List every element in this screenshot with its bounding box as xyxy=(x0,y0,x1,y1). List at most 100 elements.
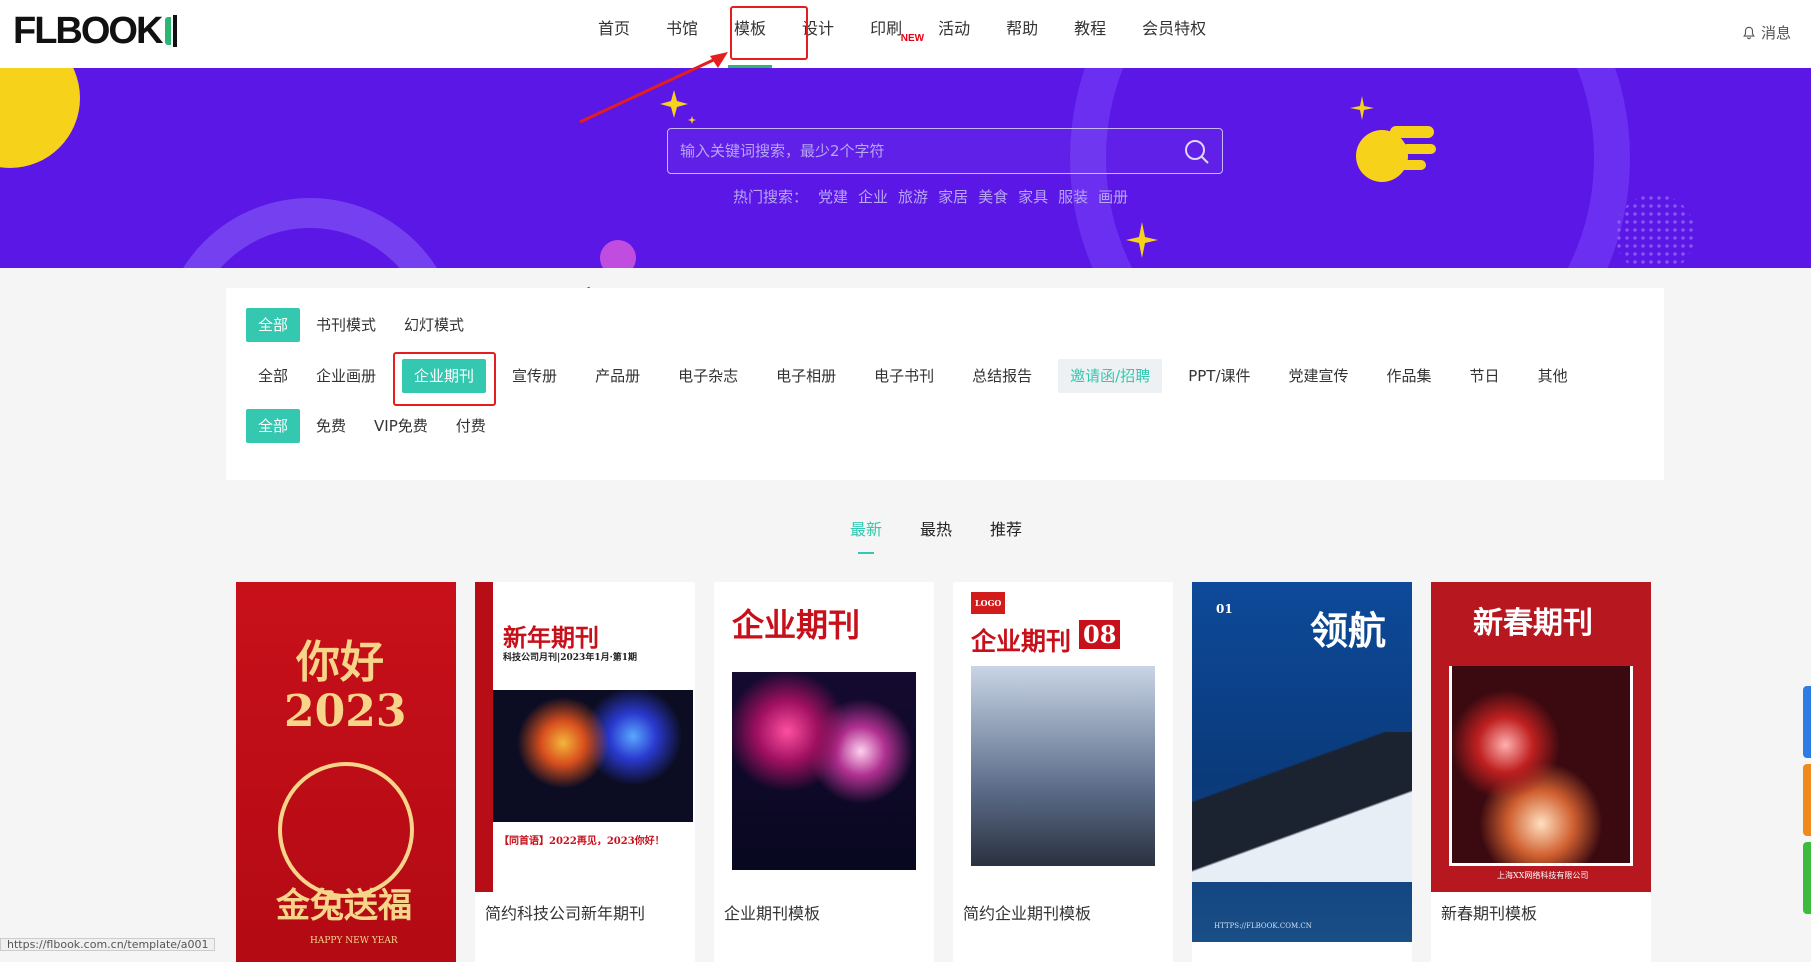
link-status-bar: https://flbook.com.cn/template/a001 xyxy=(0,938,216,951)
cover-issue-number: 01 xyxy=(1216,602,1233,616)
category-enterprise-album[interactable]: 企业画册 xyxy=(304,359,388,393)
cover-footnote: HAPPY NEW YEAR xyxy=(310,936,398,946)
cover-logo: LOGO xyxy=(971,592,1006,614)
hot-keyword[interactable]: 家居 xyxy=(938,186,968,207)
search-icon[interactable] xyxy=(1184,139,1210,165)
category-ebook[interactable]: 电子书刊 xyxy=(862,359,946,393)
category-portfolio[interactable]: 作品集 xyxy=(1375,359,1444,393)
template-cover-image: 你好 2023 金兔送福 HAPPY NEW YEAR xyxy=(236,582,456,962)
cover-quote: 【同首语】2022再见，2023你好！ xyxy=(499,836,665,847)
sparkle-icon xyxy=(660,90,696,124)
logo-text: FLBOOK xyxy=(13,9,163,52)
flbook-logo[interactable]: FLBOOK xyxy=(13,9,179,52)
category-product[interactable]: 产品册 xyxy=(583,359,652,393)
category-ezine[interactable]: 电子杂志 xyxy=(666,359,750,393)
category-enterprise-journal[interactable]: 企业期刊 xyxy=(402,359,487,393)
template-cover-image: 新春期刊 08 上海XX网络科技有限公司 xyxy=(1431,582,1651,892)
mode-filter-row: 全部 书刊模式 幻灯模式 xyxy=(246,308,480,342)
template-title: 新春期刊模板 xyxy=(1441,904,1538,923)
mode-book[interactable]: 书刊模式 xyxy=(304,308,388,342)
mode-slide[interactable]: 幻灯模式 xyxy=(392,308,476,342)
cover-footnote: 上海XX网络科技有限公司 xyxy=(1497,871,1589,880)
hot-keyword[interactable]: 服装 xyxy=(1058,186,1088,207)
cover-skyline-photo xyxy=(971,666,1155,866)
price-all[interactable]: 全部 xyxy=(246,409,301,443)
nav-design[interactable]: 设计 xyxy=(784,0,852,68)
template-search xyxy=(667,128,1223,174)
template-grid: 你好 2023 金兔送福 HAPPY NEW YEAR 新年期刊 科技公司月刊|… xyxy=(236,582,1651,962)
nav-tutorial[interactable]: 教程 xyxy=(1056,0,1124,68)
side-tab-green[interactable] xyxy=(1803,842,1811,914)
cover-headline: 企业期刊 xyxy=(732,606,861,644)
price-free[interactable]: 免费 xyxy=(304,409,358,443)
nav-membership[interactable]: 会员特权 xyxy=(1124,0,1224,68)
template-card[interactable]: 新年期刊 科技公司月刊|2023年1月·第1期 【同首语】2022再见，2023… xyxy=(475,582,695,962)
hot-keyword[interactable]: 画册 xyxy=(1098,186,1128,207)
template-card[interactable]: 新春期刊 08 上海XX网络科技有限公司 新春期刊模板 xyxy=(1431,582,1651,962)
hot-keyword[interactable]: 美食 xyxy=(978,186,1008,207)
sort-tabs: 最新 最热 推荐 xyxy=(850,516,1022,554)
category-party[interactable]: 党建宣传 xyxy=(1277,359,1361,393)
cover-fireworks-rabbit-photo xyxy=(1449,666,1633,866)
nav-library[interactable]: 书馆 xyxy=(648,0,716,68)
cover-side-band xyxy=(475,582,493,892)
template-cover-image: 企业期刊 xyxy=(714,582,934,892)
cover-issue-number: 08 xyxy=(1079,620,1121,649)
price-filter-row: 全部 免费 VIP免费 付费 xyxy=(246,409,502,443)
cover-city-fireworks-photo xyxy=(732,672,916,870)
deco-dot-pink xyxy=(600,240,636,268)
hot-searches: 热门搜索： 党建 企业 旅游 家居 美食 家具 服装 画册 xyxy=(733,186,1128,207)
tab-hottest[interactable]: 最热 xyxy=(920,516,952,540)
category-invitation[interactable]: 邀请函/招聘 xyxy=(1058,359,1163,393)
search-banner: 热门搜索： 党建 企业 旅游 家居 美食 家具 服装 画册 xyxy=(0,68,1811,268)
price-paid[interactable]: 付费 xyxy=(444,409,498,443)
category-report[interactable]: 总结报告 xyxy=(960,359,1044,393)
hot-keyword[interactable]: 党建 xyxy=(818,186,848,207)
cover-url: HTTPS://FLBOOK.COM.CN xyxy=(1214,922,1312,930)
template-cover-image: 新年期刊 科技公司月刊|2023年1月·第1期 【同首语】2022再见，2023… xyxy=(475,582,695,892)
nav-help[interactable]: 帮助 xyxy=(988,0,1056,68)
messages-label: 消息 xyxy=(1760,24,1791,42)
nav-templates[interactable]: 模板 xyxy=(716,0,784,68)
category-all[interactable]: 全部 xyxy=(246,359,300,393)
category-photo-album[interactable]: 电子相册 xyxy=(764,359,848,393)
template-title: 企业期刊模板 xyxy=(724,904,821,923)
cover-headline: 企业期刊 xyxy=(971,627,1072,656)
deco-dot-pattern xyxy=(1615,194,1695,268)
messages-link[interactable]: 消息 xyxy=(1742,22,1791,43)
hot-keyword[interactable]: 企业 xyxy=(858,186,888,207)
tab-latest[interactable]: 最新 xyxy=(850,516,882,554)
template-card[interactable]: 你好 2023 金兔送福 HAPPY NEW YEAR xyxy=(236,582,456,962)
cover-firework-photo xyxy=(493,690,693,822)
template-title: 简约企业期刊模板 xyxy=(963,904,1092,923)
tab-recommended[interactable]: 推荐 xyxy=(990,516,1022,540)
category-other[interactable]: 其他 xyxy=(1526,359,1580,393)
filter-panel: 全部 书刊模式 幻灯模式 全部 企业画册 企业期刊 宣传册 产品册 电子杂志 电… xyxy=(226,288,1664,480)
template-card[interactable]: 企业期刊 企业期刊模板 xyxy=(714,582,934,962)
mode-all[interactable]: 全部 xyxy=(246,308,301,342)
hot-keyword[interactable]: 旅游 xyxy=(898,186,928,207)
category-ppt[interactable]: PPT/课件 xyxy=(1176,359,1262,393)
nav-print[interactable]: 印刷 NEW xyxy=(852,0,924,68)
category-brochure[interactable]: 宣传册 xyxy=(500,359,569,393)
side-tab-blue[interactable] xyxy=(1803,686,1811,758)
nav-print-label: 印刷 xyxy=(870,19,903,38)
category-festival[interactable]: 节日 xyxy=(1458,359,1512,393)
bell-icon xyxy=(1743,26,1755,39)
template-cover-image: 01 领航 HTTPS://FLBOOK.COM.CN xyxy=(1192,582,1412,942)
logo-mark-icon xyxy=(165,15,179,47)
cover-subline: 金兔送福 xyxy=(276,886,412,926)
side-tab-orange[interactable] xyxy=(1803,764,1811,836)
nav-events[interactable]: 活动 xyxy=(920,0,988,68)
hot-keyword[interactable]: 家具 xyxy=(1018,186,1048,207)
cover-headline: 领航 xyxy=(1310,608,1387,653)
deco-ring-left xyxy=(160,198,460,268)
deco-circle-yellow xyxy=(0,68,80,168)
search-input[interactable] xyxy=(668,129,1222,173)
price-vip-free[interactable]: VIP免费 xyxy=(362,409,440,443)
template-card[interactable]: LOGO 企业期刊 08 简约企业期刊模板 xyxy=(953,582,1173,962)
category-filter-row: 全部 企业画册 企业期刊 宣传册 产品册 电子杂志 电子相册 电子书刊 总结报告… xyxy=(246,359,1584,393)
nav-home[interactable]: 首页 xyxy=(580,0,648,68)
template-card[interactable]: 01 领航 HTTPS://FLBOOK.COM.CN xyxy=(1192,582,1412,962)
template-cover-image: LOGO 企业期刊 08 xyxy=(953,582,1173,892)
